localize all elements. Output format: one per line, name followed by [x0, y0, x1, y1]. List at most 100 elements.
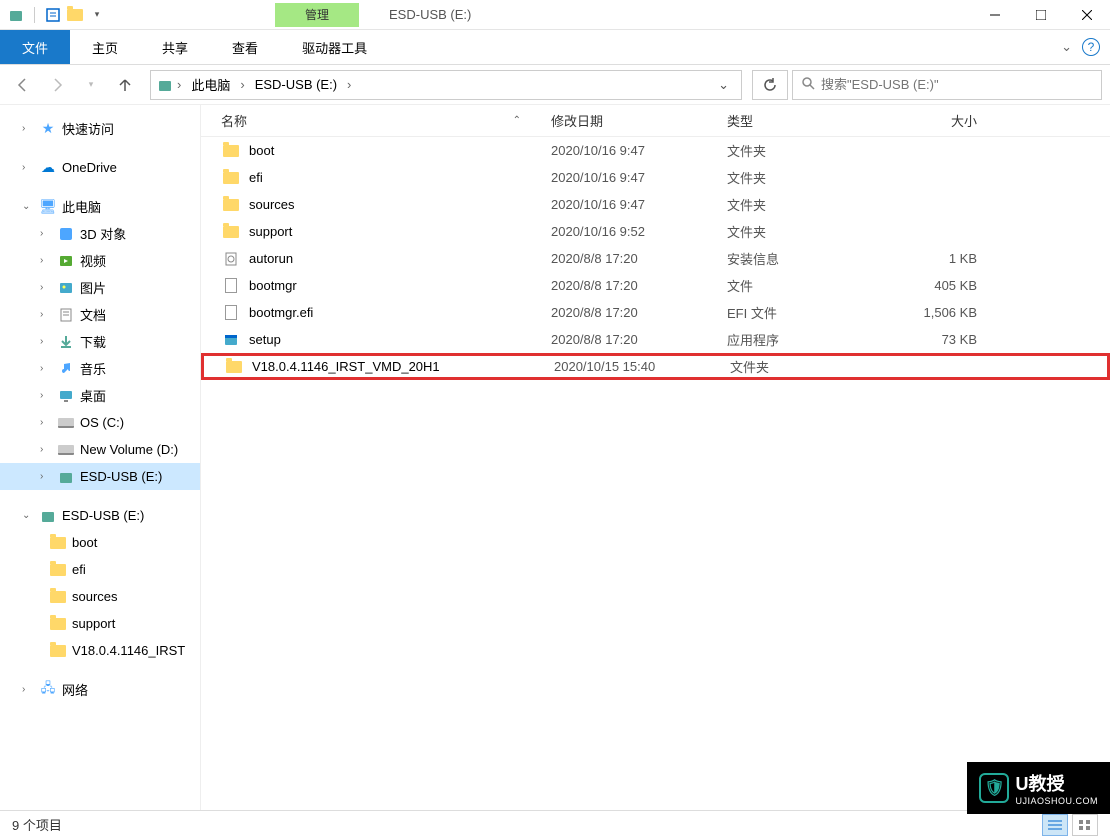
expand-icon[interactable]: › [40, 390, 52, 401]
details-view-button[interactable] [1042, 814, 1068, 836]
file-icon [221, 278, 241, 294]
help-icon[interactable]: ? [1082, 38, 1100, 56]
expand-icon[interactable]: › [40, 471, 52, 482]
navigation-tree[interactable]: › ★ 快速访问 › ☁ OneDrive ⌄ 🖥 此电脑 ›3D 对象›视频›… [0, 105, 201, 810]
address-dropdown-icon[interactable]: ⌄ [712, 77, 735, 93]
recent-dropdown-icon[interactable]: ▾ [76, 70, 106, 100]
tree-item-folder[interactable]: sources [0, 583, 200, 610]
back-button[interactable] [8, 70, 38, 100]
expand-icon[interactable]: › [40, 255, 52, 266]
file-type: 文件夹 [727, 222, 877, 241]
close-button[interactable] [1064, 0, 1110, 30]
file-row[interactable]: sources 2020/10/16 9:47 文件夹 [201, 191, 1110, 218]
ribbon-tab-file[interactable]: 文件 [0, 30, 70, 64]
tree-item--[interactable]: ›桌面 [0, 382, 200, 409]
file-date: 2020/10/16 9:47 [551, 197, 727, 212]
maximize-button[interactable] [1018, 0, 1064, 30]
column-name[interactable]: 名称 ⌃ [221, 111, 551, 130]
file-row[interactable]: bootmgr 2020/8/8 17:20 文件 405 KB [201, 272, 1110, 299]
file-row[interactable]: setup 2020/8/8 17:20 应用程序 73 KB [201, 326, 1110, 353]
tree-item-folder[interactable]: efi [0, 556, 200, 583]
expand-icon[interactable]: › [40, 228, 52, 239]
expand-icon[interactable]: › [22, 684, 34, 695]
tree-item-os-c-[interactable]: ›OS (C:) [0, 409, 200, 436]
tree-item-folder[interactable]: boot [0, 529, 200, 556]
breadcrumb-chevron-icon[interactable]: › [238, 77, 246, 92]
usb-icon [40, 508, 56, 524]
expand-icon[interactable]: › [40, 282, 52, 293]
refresh-button[interactable] [752, 70, 788, 100]
folder-icon [58, 280, 74, 296]
minimize-button[interactable] [972, 0, 1018, 30]
breadcrumb-drive[interactable]: ESD-USB (E:) [249, 71, 343, 99]
ribbon-tab-drive-tools[interactable]: 驱动器工具 [280, 30, 389, 64]
sort-ascending-icon: ⌃ [513, 115, 521, 126]
tree-item--[interactable]: ›图片 [0, 274, 200, 301]
ribbon-tab-view[interactable]: 查看 [210, 30, 280, 64]
folder-icon [58, 307, 74, 323]
breadcrumb-chevron-icon[interactable]: › [175, 77, 183, 92]
breadcrumb-this-pc[interactable]: 此电脑 [185, 71, 236, 99]
tree-onedrive[interactable]: › ☁ OneDrive [0, 154, 200, 181]
tree-item--[interactable]: ›视频 [0, 247, 200, 274]
file-size: 73 KB [877, 332, 977, 347]
cloud-icon: ☁ [40, 160, 56, 176]
tree-label: 文档 [80, 305, 106, 324]
breadcrumb-chevron-icon[interactable]: › [345, 77, 353, 92]
file-row[interactable]: V18.0.4.1146_IRST_VMD_20H1 2020/10/15 15… [201, 353, 1110, 380]
tree-item--[interactable]: › 音乐 [0, 355, 200, 382]
expand-icon[interactable]: › [40, 363, 52, 374]
up-button[interactable] [110, 70, 140, 100]
properties-icon[interactable] [45, 7, 61, 23]
ribbon-tab-home[interactable]: 主页 [70, 30, 140, 64]
tree-esd-usb[interactable]: ⌄ ESD-USB (E:) [0, 502, 200, 529]
column-type[interactable]: 类型 [727, 111, 877, 130]
column-size[interactable]: 大小 [877, 111, 977, 130]
expand-icon[interactable]: › [40, 309, 52, 320]
tree-item-folder[interactable]: V18.0.4.1146_IRST [0, 637, 200, 664]
tree-item-3d-[interactable]: ›3D 对象 [0, 220, 200, 247]
file-row[interactable]: efi 2020/10/16 9:47 文件夹 [201, 164, 1110, 191]
collapse-icon[interactable]: ⌄ [22, 510, 34, 521]
search-input[interactable] [821, 77, 1093, 92]
file-row[interactable]: bootmgr.efi 2020/8/8 17:20 EFI 文件 1,506 … [201, 299, 1110, 326]
file-type: 文件夹 [727, 195, 877, 214]
tree-label: 音乐 [80, 359, 106, 378]
tree-label: New Volume (D:) [80, 442, 178, 457]
context-tab-manage[interactable]: 管理 [275, 3, 359, 27]
icons-view-button[interactable] [1072, 814, 1098, 836]
expand-icon[interactable]: › [22, 162, 34, 173]
tree-this-pc[interactable]: ⌄ 🖥 此电脑 [0, 193, 200, 220]
forward-button[interactable] [42, 70, 72, 100]
tree-item-esd-usb-e-[interactable]: ›ESD-USB (E:) [0, 463, 200, 490]
search-box[interactable] [792, 70, 1102, 100]
file-type: 应用程序 [727, 330, 877, 349]
tree-item--[interactable]: ›下载 [0, 328, 200, 355]
expand-icon[interactable]: › [40, 444, 52, 455]
address-bar[interactable]: › 此电脑 › ESD-USB (E:) › ⌄ [150, 70, 742, 100]
titlebar: ▾ 管理 ESD-USB (E:) [0, 0, 1110, 30]
file-row[interactable]: autorun 2020/8/8 17:20 安装信息 1 KB [201, 245, 1110, 272]
expand-icon[interactable]: › [22, 123, 34, 134]
file-type: EFI 文件 [727, 303, 877, 322]
column-date[interactable]: 修改日期 [551, 111, 727, 130]
tree-item--[interactable]: › 文档 [0, 301, 200, 328]
folder-icon [50, 535, 66, 551]
tree-network[interactable]: › 🖧 网络 [0, 676, 200, 703]
ribbon-tab-share[interactable]: 共享 [140, 30, 210, 64]
ribbon-expand-icon[interactable]: ⌄ [1061, 39, 1072, 55]
expand-icon[interactable]: › [40, 417, 52, 428]
file-row[interactable]: boot 2020/10/16 9:47 文件夹 [201, 137, 1110, 164]
navigation-bar: ▾ › 此电脑 › ESD-USB (E:) › ⌄ [0, 65, 1110, 105]
tree-item-folder[interactable]: support [0, 610, 200, 637]
tree-item-new-volume-d-[interactable]: › New Volume (D:) [0, 436, 200, 463]
file-row[interactable]: support 2020/10/16 9:52 文件夹 [201, 218, 1110, 245]
expand-icon[interactable]: › [40, 336, 52, 347]
tree-label: 此电脑 [62, 197, 101, 216]
qat-dropdown-icon[interactable]: ▾ [89, 7, 105, 23]
search-icon [801, 76, 815, 93]
tree-quick-access[interactable]: › ★ 快速访问 [0, 115, 200, 142]
folder-icon[interactable] [67, 7, 83, 23]
ribbon-tabs: 文件 主页 共享 查看 驱动器工具 ⌄ ? [0, 30, 1110, 65]
collapse-icon[interactable]: ⌄ [22, 201, 34, 212]
